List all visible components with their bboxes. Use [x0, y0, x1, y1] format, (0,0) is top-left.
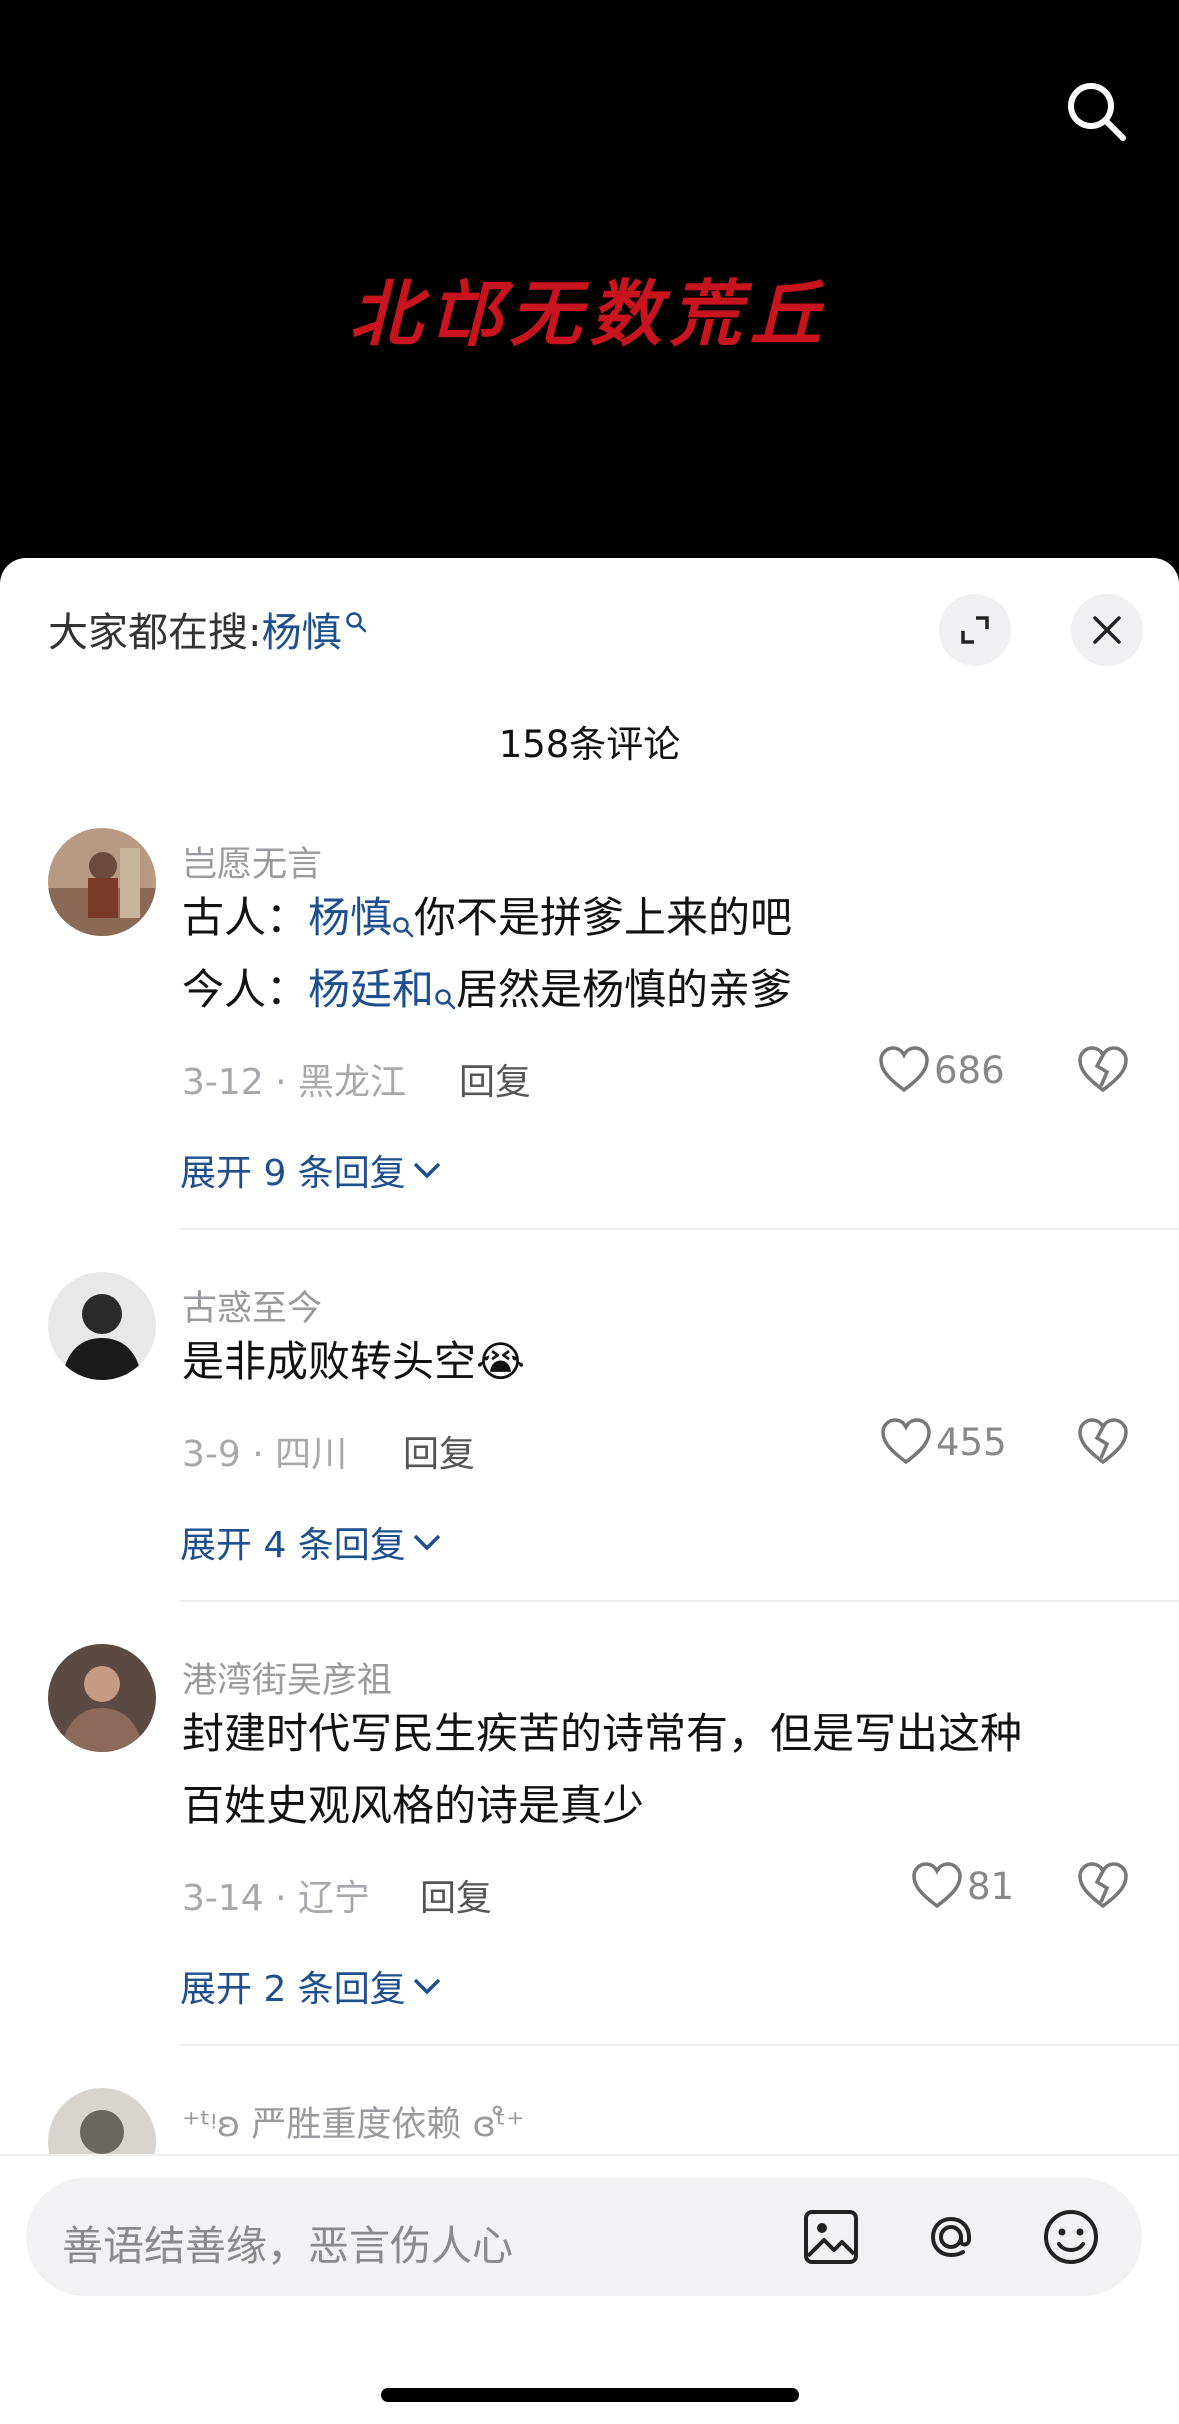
comment-text: 古人：杨慎 你不是拼爹上来的吧	[182, 882, 792, 960]
divider	[180, 1600, 1179, 1602]
divider	[180, 2044, 1179, 2046]
expand-icon	[961, 616, 989, 644]
comment-text: 今人：杨廷和 居然是杨慎的亲爹	[182, 954, 792, 1032]
close-button[interactable]	[1071, 594, 1143, 666]
crying-emoji: 😭	[476, 1337, 526, 1386]
expand-replies[interactable]: 展开 4 条回复	[180, 1516, 442, 1568]
username[interactable]: ⁺ᵗᵎʚ 严胜重度依赖 ɞᵗ̊⁺	[182, 2096, 525, 2147]
like-button[interactable]: 686	[878, 1046, 1005, 1094]
at-icon[interactable]	[918, 2204, 984, 2270]
username[interactable]: 港湾街吴彦祖	[182, 1652, 392, 1703]
hot-search-keyword[interactable]: 杨慎	[261, 600, 341, 658]
comment-input-bar: 善语结善缘，恶言伤人心	[0, 2154, 1179, 2424]
search-icon	[434, 960, 456, 1032]
dislike-button[interactable]	[1077, 1046, 1129, 1098]
username[interactable]: 岂愿无言	[182, 836, 322, 887]
image-icon[interactable]	[798, 2204, 864, 2270]
username[interactable]: 古惑至今	[182, 1280, 322, 1331]
heart-icon	[879, 1046, 929, 1093]
search-icon	[345, 597, 367, 643]
divider	[180, 1228, 1179, 1230]
dislike-button[interactable]	[1077, 1862, 1129, 1914]
comment-text: 封建时代写民生疾苦的诗常有，但是写出这种	[182, 1709, 1023, 1758]
hot-search-prefix: 大家都在搜:	[48, 610, 262, 656]
expand-button[interactable]	[939, 594, 1011, 666]
home-indicator[interactable]	[381, 2388, 799, 2402]
chevron-down-icon	[413, 1978, 441, 1995]
keyword-link[interactable]: 杨廷和	[308, 965, 434, 1014]
comment-meta: 3-9 · 四川	[182, 1434, 348, 1475]
broken-heart-icon	[1078, 1862, 1128, 1909]
like-count: 455	[936, 1420, 1007, 1464]
comment-input[interactable]: 善语结善缘，恶言伤人心	[26, 2178, 1142, 2296]
hot-search[interactable]: 大家都在搜: 杨慎	[48, 600, 367, 658]
comment-meta: 3-14 · 辽宁	[182, 1878, 371, 1919]
video-title: 北邙无数荒丘	[349, 271, 830, 356]
emoji-icon[interactable]	[1038, 2204, 1104, 2270]
comment-text: 百姓史观风格的诗是真少	[182, 1781, 645, 1830]
chevron-down-icon	[413, 1162, 441, 1179]
dislike-button[interactable]	[1077, 1418, 1129, 1470]
broken-heart-icon	[1078, 1046, 1128, 1093]
comment-sheet: 大家都在搜: 杨慎 158条评论 岂愿无言 古人：杨慎 你不是拼爹上来的吧 今人…	[0, 558, 1179, 2424]
search-icon	[392, 888, 414, 960]
comment-text: 是非成败转头空😭	[182, 1337, 526, 1386]
reply-button[interactable]: 回复	[420, 1869, 492, 1921]
heart-icon	[881, 1418, 931, 1465]
input-placeholder: 善语结善缘，恶言伤人心	[62, 2222, 513, 2270]
like-button[interactable]: 455	[880, 1418, 1007, 1466]
comment-meta: 3-12 · 黑龙江	[182, 1062, 407, 1103]
close-icon	[1093, 616, 1121, 644]
broken-heart-icon	[1078, 1418, 1128, 1465]
reply-button[interactable]: 回复	[403, 1425, 475, 1477]
reply-button[interactable]: 回复	[459, 1053, 531, 1105]
like-button[interactable]: 81	[911, 1862, 1014, 1910]
heart-icon	[912, 1862, 962, 1909]
expand-replies[interactable]: 展开 9 条回复	[180, 1144, 442, 1196]
avatar[interactable]	[48, 828, 156, 936]
avatar[interactable]	[48, 1272, 156, 1380]
like-count: 686	[934, 1048, 1005, 1092]
keyword-link[interactable]: 杨慎	[308, 893, 392, 942]
search-icon[interactable]	[1063, 78, 1129, 144]
avatar[interactable]	[48, 1644, 156, 1752]
chevron-down-icon	[413, 1534, 441, 1551]
comment-count: 158条评论	[498, 723, 681, 766]
expand-replies[interactable]: 展开 2 条回复	[180, 1960, 442, 2012]
like-count: 81	[967, 1864, 1015, 1908]
video-player[interactable]: 北邙无数荒丘	[0, 0, 1179, 600]
